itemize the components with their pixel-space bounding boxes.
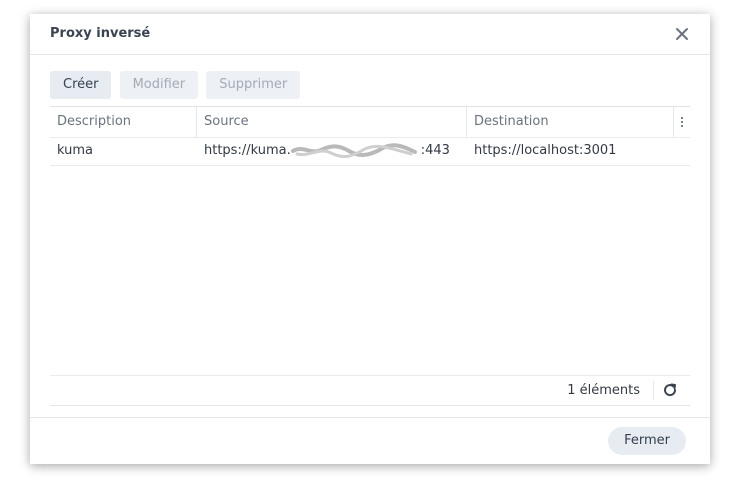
column-header-source[interactable]: Source bbox=[197, 107, 467, 137]
close-button[interactable]: Fermer bbox=[608, 427, 686, 455]
table-header: Description Source Destination bbox=[50, 106, 690, 138]
cell-source: https://kuma. :443 bbox=[197, 137, 467, 165]
close-icon-svg bbox=[676, 28, 688, 40]
proxy-table: Description Source Destination kuma http… bbox=[50, 106, 690, 404]
refresh-icon[interactable] bbox=[662, 382, 678, 398]
column-header-description[interactable]: Description bbox=[50, 107, 197, 137]
create-button[interactable]: Créer bbox=[50, 71, 112, 99]
edit-button[interactable]: Modifier bbox=[119, 71, 199, 99]
dialog-title: Proxy inversé bbox=[50, 26, 151, 41]
more-vertical-icon[interactable] bbox=[673, 107, 690, 137]
table-footer: 1 éléments bbox=[50, 375, 690, 406]
more-vertical-icon-svg bbox=[680, 116, 684, 128]
cell-destination: https://localhost:3001 bbox=[474, 143, 617, 158]
column-header-destination[interactable]: Destination bbox=[467, 107, 674, 137]
source-url-start: https://kuma. bbox=[204, 143, 291, 158]
cell-description: kuma bbox=[57, 143, 93, 158]
footer-divider bbox=[653, 381, 654, 400]
redacted-scribble bbox=[290, 142, 417, 158]
dialog-footer-divider bbox=[30, 417, 710, 418]
item-count: 1 éléments bbox=[567, 383, 640, 398]
table-row[interactable]: kuma https://kuma. :443 https://localhost… bbox=[50, 137, 690, 166]
refresh-icon-svg bbox=[664, 383, 677, 397]
dialog-header: Proxy inversé bbox=[30, 14, 710, 55]
delete-button[interactable]: Supprimer bbox=[206, 71, 301, 99]
close-icon[interactable] bbox=[672, 24, 692, 44]
source-url-port: :443 bbox=[420, 143, 450, 158]
reverse-proxy-dialog: Proxy inversé Créer Modifier Supprimer D… bbox=[30, 14, 710, 464]
toolbar: Créer Modifier Supprimer bbox=[50, 71, 303, 99]
